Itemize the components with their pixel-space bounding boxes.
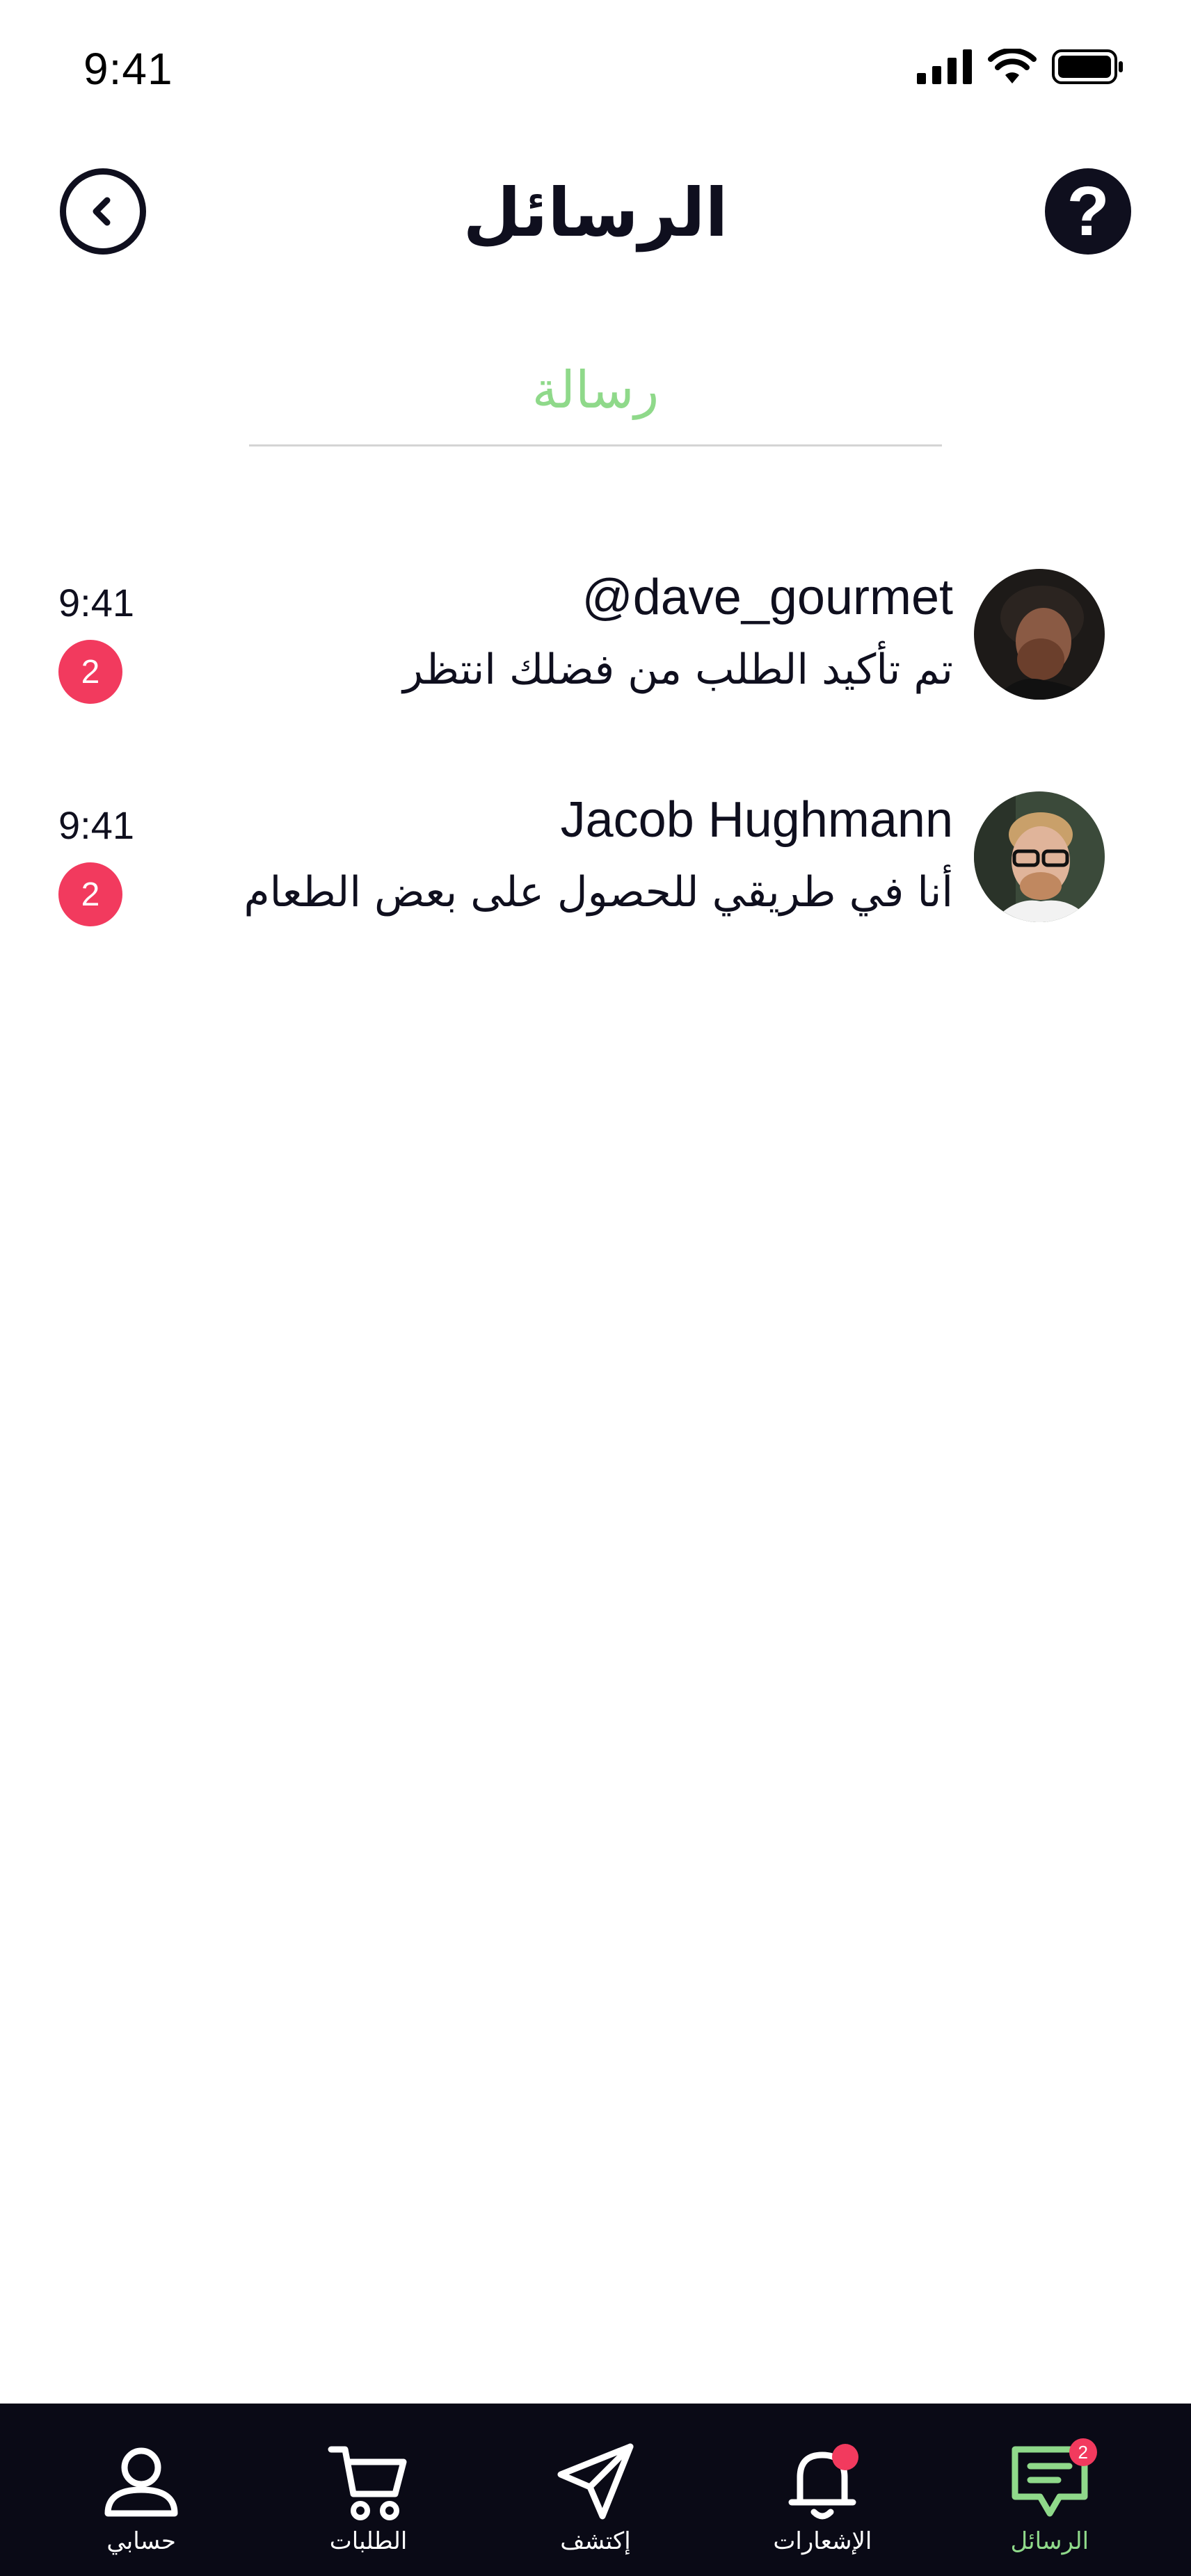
conversation-name: Jacob Hughmann <box>560 792 953 848</box>
cart-icon <box>328 2446 407 2520</box>
battery-icon <box>1052 49 1123 84</box>
tab-label: رسالة <box>531 360 660 420</box>
conversation-item[interactable]: @dave_gourmet تم تأكيد الطلب من فضلك انت… <box>0 556 1191 709</box>
nav-label: الطلبات <box>329 2527 408 2555</box>
conversation-message: أنا في طريقي للحصول على بعض الطعام <box>243 868 953 917</box>
nav-item-explore[interactable]: إكتشف <box>505 2404 686 2576</box>
avatar <box>974 791 1105 922</box>
nav-item-account[interactable]: حسابي <box>51 2404 232 2576</box>
unread-badge: 2 <box>58 640 122 704</box>
nav-label: إكتشف <box>560 2527 631 2555</box>
nav-label: الإشعارات <box>773 2527 872 2555</box>
conversation-message: تم تأكيد الطلب من فضلك انتظر <box>403 645 953 694</box>
header: الرسائل ? <box>0 153 1191 271</box>
nav-label: الرسائل <box>1010 2527 1089 2555</box>
status-bar: 9:41 <box>0 0 1191 139</box>
tab-messages[interactable]: رسالة <box>249 348 942 446</box>
wifi-icon <box>988 49 1037 83</box>
messages-count-badge: 2 <box>1069 2438 1097 2466</box>
conversation-time: 9:41 <box>58 803 134 847</box>
page-title: الرسائل <box>463 174 728 252</box>
help-button[interactable]: ? <box>1045 168 1131 255</box>
nav-label: حسابي <box>106 2527 176 2555</box>
send-icon <box>557 2443 634 2520</box>
avatar <box>974 569 1105 700</box>
message-icon-wrap: 2 <box>1007 2438 1097 2525</box>
conversation-name: @dave_gourmet <box>582 570 953 625</box>
bottom-nav: حسابي الطلبات إكتشف الإشعارات 2 الرسائل <box>0 2404 1191 2576</box>
unread-badge: 2 <box>58 862 122 926</box>
status-time: 9:41 <box>83 44 173 94</box>
nav-item-notifications[interactable]: الإشعارات <box>732 2404 913 2576</box>
nav-item-orders[interactable]: الطلبات <box>278 2404 459 2576</box>
conversation-item[interactable]: Jacob Hughmann أنا في طريقي للحصول على ب… <box>0 779 1191 932</box>
conversation-time: 9:41 <box>58 581 134 625</box>
bell-icon-wrap <box>779 2438 865 2525</box>
nav-item-messages[interactable]: 2 الرسائل <box>959 2404 1140 2576</box>
user-icon <box>104 2447 178 2517</box>
signal-icon <box>917 49 972 84</box>
status-icons <box>917 49 1124 85</box>
